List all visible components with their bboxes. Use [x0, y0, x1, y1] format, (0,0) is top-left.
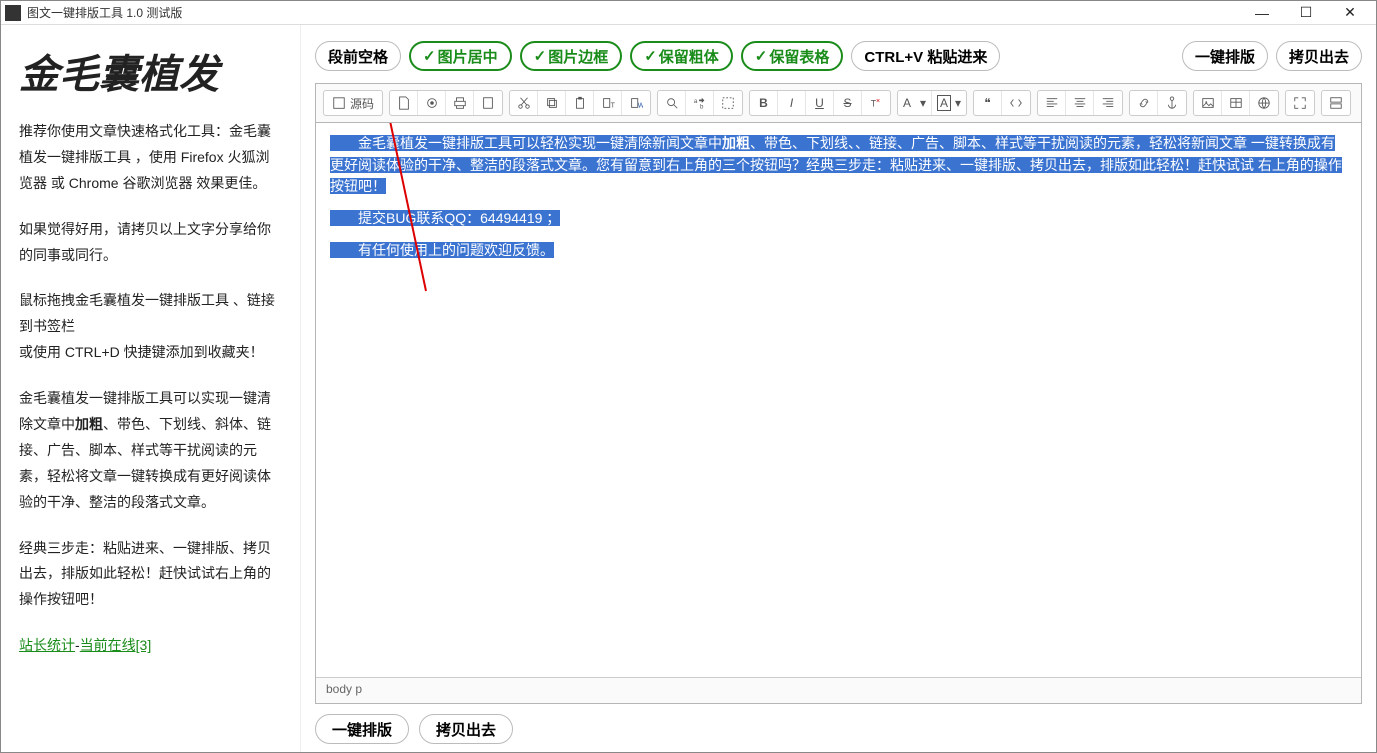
editor-paragraph: 金毛囊植发一键排版工具可以轻松实现一键清除新闻文章中加粗、带色、下划线、、链接、…	[330, 133, 1347, 198]
svg-text:b: b	[700, 103, 704, 110]
copy-button-bottom[interactable]: 拷贝出去	[419, 714, 513, 744]
find-icon[interactable]	[658, 91, 686, 115]
footer-buttons: 一键排版 拷贝出去	[315, 704, 1362, 744]
editor-container: 源码 T W	[315, 83, 1362, 704]
close-button[interactable]: ✕	[1328, 2, 1372, 24]
editor-paragraph: 有任何使用上的问题欢迎反馈。	[330, 240, 1347, 262]
table-icon[interactable]	[1222, 91, 1250, 115]
stats-link[interactable]: 站长统计	[19, 637, 75, 653]
content-area: 段前空格 ✓图片居中 ✓图片边框 ✓保留粗体 ✓保留表格 CTRL+V 粘贴进来…	[301, 25, 1376, 752]
minimize-button[interactable]: —	[1240, 2, 1284, 24]
copy-button[interactable]: 拷贝出去	[1276, 41, 1362, 71]
sidebar-paragraph: 推荐你使用文章快速格式化工具：金毛囊植发一键排版工具 ，使用 Firefox 火…	[19, 119, 282, 197]
option-img-border-button[interactable]: ✓图片边框	[520, 41, 623, 71]
cut-icon[interactable]	[510, 91, 538, 115]
element-path[interactable]: body p	[326, 682, 362, 696]
app-window: 图文一键排版工具 1.0 测试版 — ☐ ✕ 金毛囊植发 推荐你使用文章快速格式…	[0, 0, 1377, 753]
sidebar-paragraph: 鼠标拖拽金毛囊植发一键排版工具 、链接到书签栏 或使用 CTRL+D 快捷键添加…	[19, 288, 282, 366]
editor-toolbar: 源码 T W	[316, 84, 1361, 123]
strike-icon[interactable]: S	[834, 91, 862, 115]
paste-icon[interactable]	[566, 91, 594, 115]
align-center-icon[interactable]	[1066, 91, 1094, 115]
code-icon[interactable]	[1002, 91, 1030, 115]
check-icon: ✓	[644, 47, 657, 65]
editor-paragraph: 提交BUG联系QQ：64494419 ；	[330, 208, 1347, 230]
check-icon: ✓	[755, 47, 768, 65]
check-icon: ✓	[534, 47, 547, 65]
show-blocks-icon[interactable]	[1322, 91, 1350, 115]
option-keep-bold-button[interactable]: ✓保留粗体	[630, 41, 733, 71]
option-row: 段前空格 ✓图片居中 ✓图片边框 ✓保留粗体 ✓保留表格 CTRL+V 粘贴进来…	[315, 41, 1362, 71]
app-icon	[5, 5, 21, 21]
image-icon[interactable]	[1194, 91, 1222, 115]
underline-icon[interactable]: U	[806, 91, 834, 115]
iframe-icon[interactable]	[1250, 91, 1278, 115]
text-color-icon[interactable]: A▾	[898, 91, 932, 115]
svg-text:a: a	[693, 98, 697, 105]
copy-icon[interactable]	[538, 91, 566, 115]
titlebar: 图文一键排版工具 1.0 测试版 — ☐ ✕	[1, 1, 1376, 25]
source-icon	[332, 96, 346, 110]
online-link[interactable]: 当前在线[3]	[80, 637, 152, 653]
template-icon[interactable]	[474, 91, 502, 115]
editor-statusbar: body p	[316, 677, 1361, 703]
svg-text:T: T	[610, 102, 614, 109]
link-icon[interactable]	[1130, 91, 1158, 115]
print-icon[interactable]	[446, 91, 474, 115]
paste-button[interactable]: CTRL+V 粘贴进来	[851, 41, 1000, 71]
sidebar-paragraph: 如果觉得好用，请拷贝以上文字分享给你的同事或同行。	[19, 217, 282, 269]
italic-icon[interactable]: I	[778, 91, 806, 115]
sidebar: 金毛囊植发 推荐你使用文章快速格式化工具：金毛囊植发一键排版工具 ，使用 Fir…	[1, 25, 301, 752]
window-title: 图文一键排版工具 1.0 测试版	[27, 4, 182, 21]
remove-format-icon[interactable]: T×	[862, 91, 890, 115]
bold-icon[interactable]: B	[750, 91, 778, 115]
sidebar-stats: 站长统计-当前在线[3]	[19, 633, 282, 659]
option-keep-table-button[interactable]: ✓保留表格	[741, 41, 844, 71]
typeset-button[interactable]: 一键排版	[1182, 41, 1268, 71]
brand-logo: 金毛囊植发	[19, 53, 282, 97]
option-img-center-button[interactable]: ✓图片居中	[409, 41, 512, 71]
bg-color-icon[interactable]: A▾	[932, 91, 966, 115]
svg-text:×: ×	[876, 98, 880, 105]
main-layout: 金毛囊植发 推荐你使用文章快速格式化工具：金毛囊植发一键排版工具 ，使用 Fir…	[1, 25, 1376, 752]
typeset-button-bottom[interactable]: 一键排版	[315, 714, 409, 744]
option-indent-button[interactable]: 段前空格	[315, 41, 401, 71]
paste-word-icon[interactable]: W	[622, 91, 650, 115]
quote-icon[interactable]: ❝	[974, 91, 1002, 115]
anchor-icon[interactable]	[1158, 91, 1186, 115]
window-controls: — ☐ ✕	[1240, 2, 1372, 24]
maximize-button[interactable]: ☐	[1284, 2, 1328, 24]
align-left-icon[interactable]	[1038, 91, 1066, 115]
sidebar-paragraph: 经典三步走：粘贴进来、一键排版、拷贝出去，排版如此轻松！赶快试试右上角的操作按钮…	[19, 536, 282, 614]
check-icon: ✓	[423, 47, 436, 65]
source-button[interactable]: 源码	[324, 91, 382, 115]
svg-text:W: W	[638, 102, 643, 109]
paste-text-icon[interactable]: T	[594, 91, 622, 115]
editor-body[interactable]: 金毛囊植发一键排版工具可以轻松实现一键清除新闻文章中加粗、带色、下划线、、链接、…	[316, 123, 1361, 677]
maximize-icon[interactable]	[1286, 91, 1314, 115]
align-right-icon[interactable]	[1094, 91, 1122, 115]
select-all-icon[interactable]	[714, 91, 742, 115]
replace-icon[interactable]: ab	[686, 91, 714, 115]
new-page-icon[interactable]	[390, 91, 418, 115]
sidebar-paragraph: 金毛囊植发一键排版工具可以实现一键清除文章中加粗、带色、下划线、斜体、链接、广告…	[19, 386, 282, 515]
preview-icon[interactable]	[418, 91, 446, 115]
